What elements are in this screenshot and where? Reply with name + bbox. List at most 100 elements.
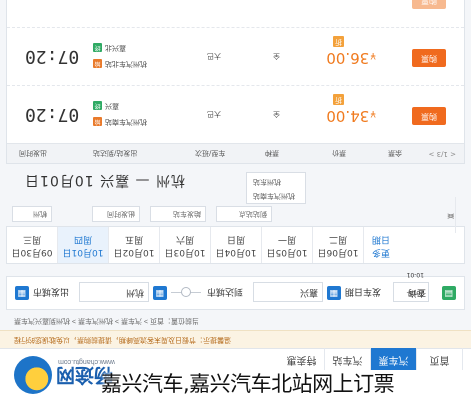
date-tab-date: 09月30日 xyxy=(11,247,53,257)
date-label: 发车日期 xyxy=(345,286,382,296)
th-remain: 余票 xyxy=(388,149,402,157)
date-tab-date: 10月06日 xyxy=(317,247,359,257)
date-tab-weekday: 周五 xyxy=(125,234,144,244)
currency-symbol: ¥ xyxy=(370,108,376,118)
arrive-station-dropdown[interactable]: ∨ 到站站点 xyxy=(216,206,272,222)
arrive-station: 嘉兴北终 xyxy=(93,43,126,53)
table-row: 07:20 杭州汽车北站始 嘉兴北终 大巴 全 ¥36.00 折 购票 xyxy=(7,27,464,85)
date-tab[interactable]: 10月05日 周一 xyxy=(262,227,313,263)
bus-icon: ▦ xyxy=(327,286,341,300)
depart-station: 杭州汽车北站始 xyxy=(93,59,147,69)
search-bar: ▦ 出发城市 杭州 ▦ 到达城市 嘉兴 ▦ 发车日期 2015-10-01 ▤ … xyxy=(6,271,465,310)
discount-badge: 折 xyxy=(333,36,344,47)
date-tab-weekday: 周一 xyxy=(278,234,297,244)
notice-bar: 温馨提示：节假日及周末客流高峰期，请提前购票，以免耽误您的行程 xyxy=(0,330,471,348)
more-dates-label: 更多 xyxy=(372,247,391,257)
breadcrumb: 当前位置：首页 > 汽车票 > 杭州汽车票 > 杭州到嘉兴汽车票 xyxy=(14,317,199,324)
table-row: 购票 xyxy=(7,0,464,27)
date-tab-date: 10月02日 xyxy=(113,247,155,257)
depart-time: 07:20 xyxy=(25,46,80,67)
chevron-up-icon: ∧ xyxy=(196,210,202,218)
date-tab[interactable]: 10月03日 周六 xyxy=(160,227,211,263)
date-tab-date: 10月05日 xyxy=(266,247,308,257)
th-time: 出发时间 xyxy=(19,149,47,157)
nav-bus-stations[interactable]: 汽车站 xyxy=(325,348,371,370)
notice-text: 温馨提示：节假日及周末客流高峰期，请提前购票，以免耽误您的行程 xyxy=(14,336,231,343)
search-button[interactable]: 查询 xyxy=(404,282,430,302)
date-tab[interactable]: 09月30日 周三 xyxy=(7,227,58,263)
bus-icon: ▦ xyxy=(15,286,29,300)
depart-station-dropdown[interactable]: ∧ 始发车站 xyxy=(150,206,206,222)
caption-overlay: 嘉兴汽车,嘉兴汽车北站网上订票 xyxy=(101,372,395,396)
chevron-down-icon: ∨ xyxy=(130,210,136,218)
vehicle-type: 大巴 xyxy=(207,52,221,60)
from-label: 出发城市 xyxy=(33,286,70,296)
chevron-down-icon: ∨ xyxy=(262,210,268,218)
more-dates-label: 日期 xyxy=(372,234,391,244)
station-name: 杭州汽车北站 xyxy=(105,60,147,68)
ticket-price: ¥34.00 xyxy=(326,107,376,125)
logo-domain: www.changtu.com xyxy=(58,358,115,365)
price-value: 36.00 xyxy=(326,49,370,67)
book-button[interactable]: 购票 xyxy=(412,49,446,67)
date-strip: 09月30日 周三 10月01日 周四 10月02日 周五 10月03日 周六 … xyxy=(6,197,465,264)
date-tab-date: 10月04日 xyxy=(215,247,257,257)
vehicle-type: 大巴 xyxy=(207,110,221,118)
price-value: 34.00 xyxy=(326,107,370,125)
date-tab-weekday: 周日 xyxy=(227,234,246,244)
arrive-station: 嘉兴终 xyxy=(93,101,119,111)
ticket-price: ¥36.00 xyxy=(326,49,376,67)
currency-symbol: ¥ xyxy=(370,50,376,60)
date-tab-weekday: 周二 xyxy=(329,234,348,244)
th-type: 票种 xyxy=(265,149,279,157)
rotated-screenshot: 畅途网 www.changtu.com 首页 汽车票 汽车站 特卖惠 温馨提示：… xyxy=(0,0,471,400)
nav-home[interactable]: 首页 xyxy=(417,348,463,370)
depart-station: 杭州汽车南站始 xyxy=(93,117,147,127)
station-name: 嘉兴北 xyxy=(105,44,126,52)
popup-option[interactable]: 杭州东站 xyxy=(247,175,305,189)
bus-icon: ▦ xyxy=(153,286,167,300)
chevron-down-icon: ∨ xyxy=(42,210,48,218)
date-tab-weekday: 周六 xyxy=(176,234,195,244)
pager[interactable]: < 1/3 > xyxy=(429,150,456,158)
date-tab[interactable]: 10月04日 周日 xyxy=(211,227,262,263)
th-stations: 出发站/到达站 xyxy=(93,149,138,157)
date-tab[interactable]: 10月06日 周二 xyxy=(313,227,364,263)
start-badge: 始 xyxy=(93,117,102,126)
from-city-input[interactable]: 杭州 xyxy=(79,282,149,302)
to-label: 到达城市 xyxy=(207,286,244,296)
station-name: 嘉兴 xyxy=(105,102,119,110)
station-filter-popup: 杭州汽车南站 杭州东站 xyxy=(246,172,306,204)
end-badge: 终 xyxy=(93,43,102,52)
popup-option[interactable]: 杭州汽车南站 xyxy=(247,189,305,203)
filter-row: ∨ 杭州 ∨ 出发时间 ∧ 始发车站 ∨ 到站站点 xyxy=(6,202,465,222)
main-nav: 首页 汽车票 汽车站 特卖惠 xyxy=(279,348,463,370)
route-title: 杭州 — 嘉兴 10月01日 xyxy=(24,172,185,188)
table-row: 07:20 杭州汽车南站始 嘉兴终 大巴 全 ¥34.00 折 购票 xyxy=(7,85,464,143)
date-tab-weekday: 周三 xyxy=(23,234,42,244)
logo-icon xyxy=(14,356,52,394)
discount-badge: 折 xyxy=(333,94,344,105)
station-name: 杭州汽车南站 xyxy=(105,118,147,126)
th-price: 票价 xyxy=(332,149,346,157)
end-badge: 终 xyxy=(93,101,102,110)
date-tab[interactable]: 10月02日 周五 xyxy=(109,227,160,263)
th-vehicle: 车型/班次 xyxy=(195,149,226,157)
start-badge: 始 xyxy=(93,59,102,68)
date-tab-date: 10月03日 xyxy=(164,247,206,257)
more-dates-button[interactable]: 更多 日期 xyxy=(364,227,398,263)
date-tab-active[interactable]: 10月01日 周四 xyxy=(58,227,109,263)
schedule-table: 出发时间 出发站/到达站 车型/班次 票种 票价 余票 < 1/3 > 07:2… xyxy=(6,0,465,164)
nav-bus-tickets[interactable]: 汽车票 xyxy=(371,348,417,370)
nav-deals[interactable]: 特卖惠 xyxy=(279,348,325,370)
ticket-type: 全 xyxy=(273,52,280,60)
to-city-input[interactable]: 嘉兴 xyxy=(253,282,323,302)
calendar-icon[interactable]: ▤ xyxy=(442,286,456,300)
depart-time: 07:20 xyxy=(25,104,80,125)
city-filter-dropdown[interactable]: ∨ 杭州 xyxy=(12,206,52,222)
date-tab-weekday: 周四 xyxy=(74,234,93,244)
book-button[interactable]: 购票 xyxy=(412,107,446,125)
depart-time-dropdown[interactable]: ∨ 出发时间 xyxy=(92,206,140,222)
book-button[interactable]: 购票 xyxy=(412,0,446,9)
swap-cities-toggle[interactable] xyxy=(171,287,201,297)
